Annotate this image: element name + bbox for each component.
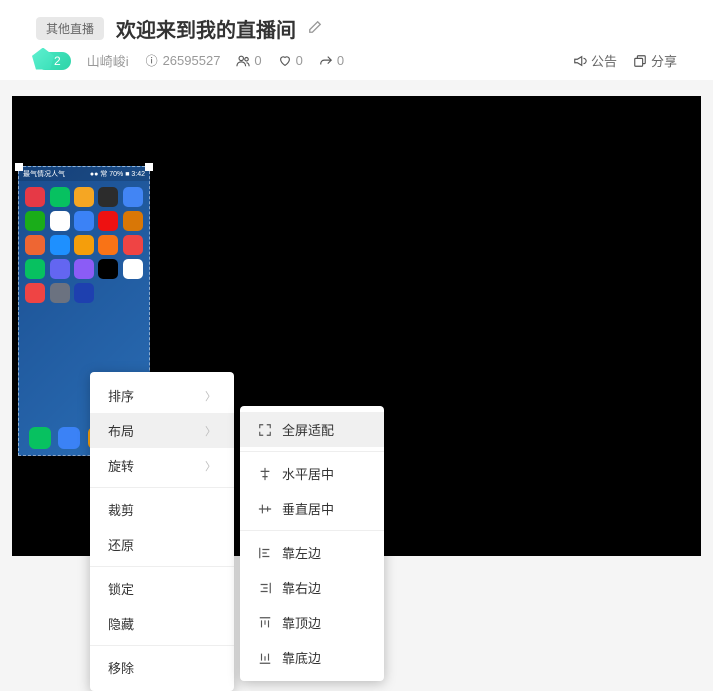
separator — [90, 645, 234, 646]
separator — [90, 566, 234, 567]
phone-app-icon — [123, 187, 143, 207]
hcenter-icon — [258, 467, 272, 481]
menu-crop[interactable]: 裁剪 — [90, 492, 234, 527]
separator — [240, 451, 384, 452]
align-left-icon — [258, 546, 272, 560]
phone-app-icon — [74, 259, 94, 279]
submenu-left[interactable]: 靠左边 — [240, 535, 384, 570]
phone-app-icon — [123, 211, 143, 231]
edit-icon[interactable] — [308, 20, 322, 37]
separator — [90, 487, 234, 488]
vcenter-icon — [258, 502, 272, 516]
menu-sort[interactable]: 排序〉 — [90, 378, 234, 413]
likes-count: 0 — [278, 53, 303, 68]
phone-app-icon — [49, 187, 69, 207]
phone-statusbar: 最气情况人气●● 常 70% ■ 3:42 — [19, 167, 149, 181]
submenu-fullscreen[interactable]: 全屏适配 — [240, 412, 384, 447]
chevron-right-icon: 〉 — [205, 388, 216, 404]
align-bottom-icon — [258, 651, 272, 665]
phone-app-icon — [25, 283, 45, 303]
phone-app-icon — [74, 283, 94, 303]
menu-rotate[interactable]: 旋转〉 — [90, 448, 234, 483]
share-button[interactable]: 分享 — [633, 51, 677, 70]
chevron-right-icon: 〉 — [205, 458, 216, 474]
page-title: 欢迎来到我的直播间 — [116, 14, 296, 43]
align-top-icon — [258, 616, 272, 630]
phone-app-icon — [74, 235, 94, 255]
phone-app-icon — [98, 211, 118, 231]
separator — [240, 530, 384, 531]
layout-submenu: 全屏适配 水平居中 垂直居中 靠左边 靠右边 靠顶边 靠底边 — [240, 406, 384, 681]
phone-dock-icon — [29, 427, 51, 449]
share-stat-icon — [319, 54, 333, 68]
room-id: ⓘ26595527 — [145, 53, 221, 68]
phone-app-icon — [49, 259, 69, 279]
viewers-count: 0 — [236, 53, 261, 68]
phone-app-icon — [98, 235, 118, 255]
submenu-vcenter[interactable]: 垂直居中 — [240, 491, 384, 526]
id-icon: ⓘ — [145, 54, 159, 68]
phone-app-icon — [123, 259, 143, 279]
menu-restore[interactable]: 还原 — [90, 527, 234, 562]
fullscreen-icon — [258, 423, 272, 437]
context-menu: 排序〉 布局〉 旋转〉 裁剪 还原 锁定 隐藏 移除 — [90, 372, 234, 691]
username[interactable]: 山崎峻i — [87, 51, 129, 70]
phone-app-icon — [123, 235, 143, 255]
phone-app-icon — [25, 235, 45, 255]
share-count: 0 — [319, 53, 344, 68]
menu-remove[interactable]: 移除 — [90, 650, 234, 685]
phone-app-icon — [74, 187, 94, 207]
people-icon — [236, 54, 250, 68]
chevron-right-icon: 〉 — [205, 423, 216, 439]
phone-app-icon — [98, 187, 118, 207]
announce-button[interactable]: 公告 — [573, 51, 617, 70]
submenu-hcenter[interactable]: 水平居中 — [240, 456, 384, 491]
level-badge: 2 — [36, 52, 71, 70]
submenu-bottom[interactable]: 靠底边 — [240, 640, 384, 675]
phone-app-icon — [49, 235, 69, 255]
phone-app-icon — [25, 211, 45, 231]
menu-lock[interactable]: 锁定 — [90, 571, 234, 606]
phone-dock-icon — [58, 427, 80, 449]
menu-layout[interactable]: 布局〉 — [90, 413, 234, 448]
megaphone-icon — [573, 54, 587, 68]
phone-app-icon — [25, 187, 45, 207]
phone-app-icon — [74, 211, 94, 231]
phone-app-icon — [49, 211, 69, 231]
align-right-icon — [258, 581, 272, 595]
submenu-top[interactable]: 靠顶边 — [240, 605, 384, 640]
phone-app-icon — [49, 283, 69, 303]
menu-hide[interactable]: 隐藏 — [90, 606, 234, 641]
phone-app-icon — [25, 259, 45, 279]
heart-icon — [278, 54, 292, 68]
phone-app-icon — [98, 259, 118, 279]
category-tag[interactable]: 其他直播 — [36, 17, 104, 40]
share-icon — [633, 54, 647, 68]
